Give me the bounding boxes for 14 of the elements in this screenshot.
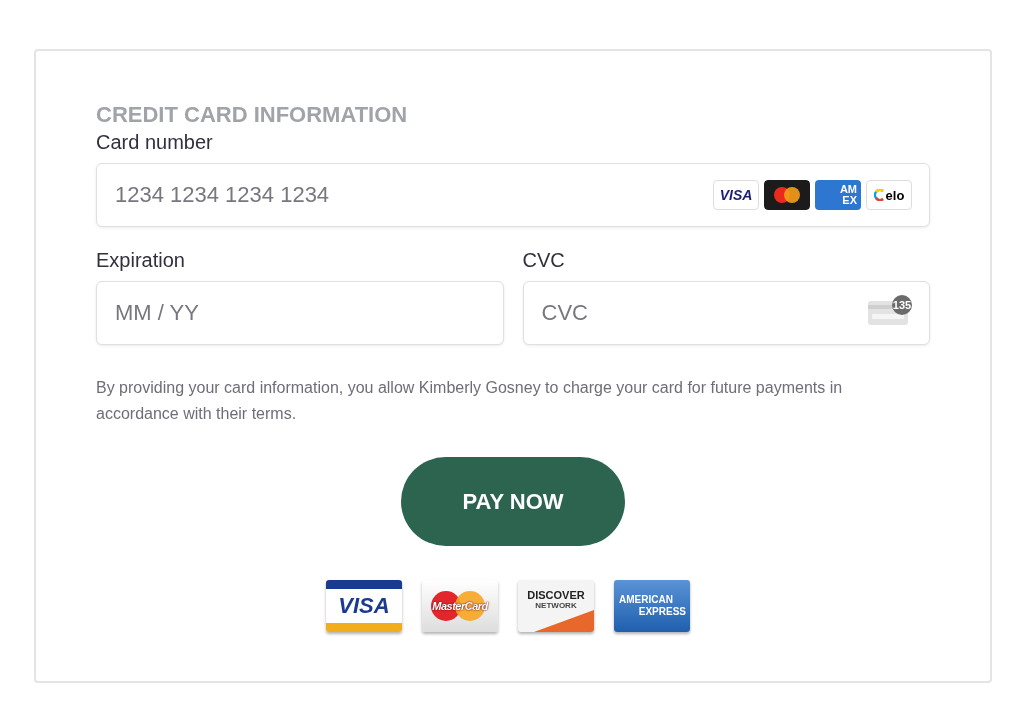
pay-now-button[interactable]: PAY NOW (401, 457, 625, 546)
section-heading: CREDIT CARD INFORMATION (96, 101, 409, 129)
field-label: Card number (96, 130, 214, 155)
field-label: CVC (522, 248, 566, 273)
amex-logo: AM EX (815, 180, 861, 210)
visa-logo: VISA (713, 180, 759, 210)
discover-logo: DISCOVER NETWORK (518, 580, 594, 632)
amex-logo: AMERICAN EXPRESS (614, 580, 690, 632)
authorization-notice: By providing your card information, you allow Kimberly Gosney to charge your card for future payments in accordance with their terms. (96, 378, 844, 424)
field-label: Expiration (96, 248, 186, 273)
mastercard-logo (764, 180, 810, 210)
elo-logo: elo (866, 180, 912, 210)
visa-logo: VISA (326, 580, 402, 632)
expiration-field[interactable]: MM / YY (96, 281, 504, 345)
